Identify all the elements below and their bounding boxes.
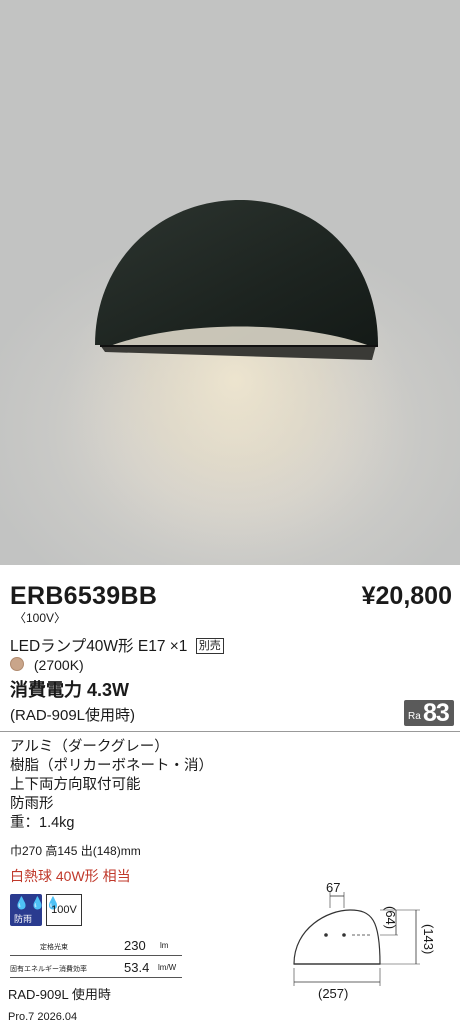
lamp-text: LEDランプ40W形 E17 ×1 xyxy=(10,638,188,655)
divider xyxy=(10,955,182,956)
dim-height: (143) xyxy=(421,924,436,955)
divider xyxy=(10,977,182,978)
voltage-icon: 100V xyxy=(46,894,82,926)
power-consumption: 消費電力 4.3W xyxy=(10,680,130,700)
footer-version: Pro.7 2026.04 xyxy=(8,1011,78,1023)
power-note: (RAD-909L使用時) xyxy=(10,707,136,724)
lamp-shade xyxy=(95,200,378,345)
flux-label: 定格光束 xyxy=(40,944,68,951)
spec-item: 上下両方向取付可能 xyxy=(10,777,141,793)
wall-lamp-illustration xyxy=(35,200,435,560)
ra-label: Ra xyxy=(408,711,421,722)
dim-height-upper: (64) xyxy=(383,906,398,930)
efficiency-unit: lm/W xyxy=(158,963,177,972)
lamp-color-dot-icon xyxy=(10,657,24,671)
spec-list: アルミ（ダークグレー） 樹脂（ポリカーボネート・消） 上下両方向取付可能 防雨形… xyxy=(10,738,213,833)
flux-unit: lm xyxy=(160,941,169,950)
spec-item: 樹脂（ポリカーボネート・消） xyxy=(10,758,213,774)
color-temp-text: (2700K) xyxy=(33,657,84,673)
dimensions-text: 巾270 高145 出(148)mm xyxy=(10,844,141,858)
efficiency-value: 53.4 xyxy=(124,960,150,975)
spec-item: アルミ（ダークグレー） xyxy=(10,739,169,755)
flux-value: 230 xyxy=(124,938,146,953)
rainproof-label: 防雨 xyxy=(14,914,33,924)
efficiency-label: 固有エネルギー消費効率 xyxy=(10,966,87,973)
equivalent-note: 白熱球 40W形 相当 xyxy=(10,868,131,884)
voltage-tag: 〈100V〉 xyxy=(14,611,67,625)
lamp-used-note: RAD-909L 使用時 xyxy=(8,987,111,1002)
ra-value: 83 xyxy=(423,699,450,727)
model-number: ERB6539BB xyxy=(10,582,158,610)
spec-item: 重：1.4kg xyxy=(10,815,75,831)
lamp-spec: LEDランプ40W形 E17 ×1 別売 xyxy=(10,634,224,656)
color-temperature: (2700K) xyxy=(10,657,84,673)
rainproof-icon: 💧💧💧 防雨 xyxy=(10,894,61,926)
dimension-diagram: 67 (64) (143) (257) xyxy=(280,880,450,1015)
divider xyxy=(0,731,460,732)
spec-item: 防雨形 xyxy=(10,796,54,812)
price: ¥20,800 xyxy=(361,582,452,610)
ra-badge: Ra 83 xyxy=(404,699,454,727)
sold-separately-badge: 別売 xyxy=(195,638,224,654)
product-photo xyxy=(0,0,460,565)
dim-width: (257) xyxy=(318,986,349,1001)
dim-top: 67 xyxy=(326,880,341,895)
